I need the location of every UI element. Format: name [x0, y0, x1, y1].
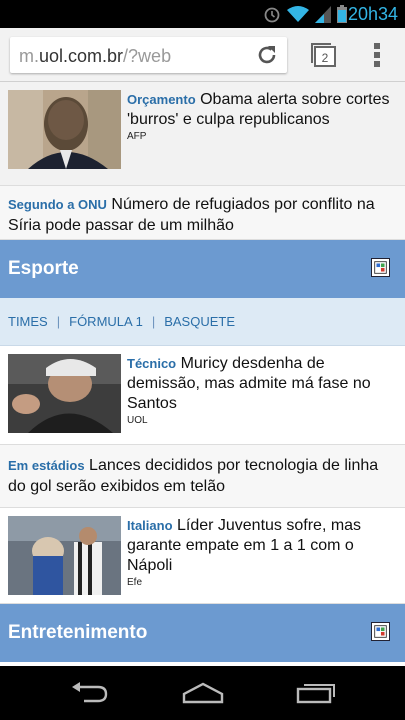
home-icon[interactable]	[182, 682, 224, 704]
status-time: 20h34	[347, 4, 398, 24]
news-kicker: Segundo a ONU	[8, 197, 107, 212]
page-content: Orçamento Obama alerta sobre cortes 'bur…	[0, 82, 405, 666]
recent-apps-icon[interactable]	[296, 682, 336, 704]
tab-count: 2	[322, 51, 329, 65]
url-path: /?web	[123, 46, 172, 66]
news-item-muricy[interactable]: Técnico Muricy desdenha de demissão, mas…	[0, 346, 405, 445]
url-domain: uol.com.br	[39, 46, 124, 66]
section-toggle-icon[interactable]	[371, 622, 390, 641]
photo-icon	[8, 354, 121, 433]
back-icon[interactable]	[70, 682, 110, 704]
subnav-item-basquete[interactable]: BASQUETE	[164, 314, 235, 329]
section-toggle-icon[interactable]	[371, 258, 390, 277]
news-headline[interactable]: Técnico Muricy desdenha de demissão, mas…	[127, 354, 397, 414]
subnav-item-times[interactable]: TIMES	[8, 314, 48, 329]
news-source: Efe	[127, 577, 143, 588]
news-item-onu[interactable]: Segundo a ONU Número de refugiados por c…	[0, 186, 405, 240]
news-thumbnail-obama[interactable]	[8, 90, 121, 169]
news-kicker: Técnico	[127, 356, 177, 371]
overflow-menu-icon[interactable]	[372, 41, 382, 69]
subnav-item-formula1[interactable]: FÓRMULA 1	[69, 314, 143, 329]
news-thumbnail-juventus[interactable]	[8, 516, 121, 595]
system-nav-bar	[0, 666, 405, 720]
news-source: UOL	[127, 415, 148, 426]
status-bar: 20h34	[0, 0, 405, 28]
sport-subnav: TIMES | FÓRMULA 1 | BASQUETE	[0, 298, 405, 346]
news-headline[interactable]: Italiano Líder Juventus sofre, mas garan…	[127, 516, 397, 576]
news-item-obama[interactable]: Orçamento Obama alerta sobre cortes 'bur…	[0, 82, 405, 186]
section-title: Esporte	[8, 258, 79, 279]
news-thumbnail-muricy[interactable]	[8, 354, 121, 433]
url-prefix: m.	[19, 46, 39, 66]
reload-icon[interactable]	[255, 43, 279, 67]
subnav-separator: |	[151, 314, 156, 329]
news-item-juventus[interactable]: Italiano Líder Juventus sofre, mas garan…	[0, 508, 405, 604]
photo-icon	[8, 516, 121, 595]
news-item-estadios[interactable]: Em estádios Lances decididos por tecnolo…	[0, 445, 405, 508]
section-header-esporte[interactable]: Esporte	[0, 240, 405, 298]
news-headline[interactable]: Orçamento Obama alerta sobre cortes 'bur…	[127, 90, 397, 130]
browser-toolbar: m.uol.com.br/?web 2	[0, 28, 405, 82]
signal-icon	[315, 5, 331, 23]
subnav-separator: |	[56, 314, 61, 329]
alarm-icon	[264, 7, 280, 23]
section-header-entretenimento[interactable]: Entretenimento	[0, 604, 405, 662]
wifi-icon	[287, 5, 309, 22]
news-kicker: Em estádios	[8, 458, 85, 473]
photo-icon	[8, 90, 121, 169]
news-kicker: Orçamento	[127, 92, 196, 107]
url-text[interactable]: m.uol.com.br/?web	[19, 46, 171, 67]
tabs-icon[interactable]: 2	[310, 41, 338, 69]
battery-icon	[337, 5, 347, 23]
section-title: Entretenimento	[8, 622, 148, 643]
news-kicker: Italiano	[127, 518, 173, 533]
url-bar[interactable]: m.uol.com.br/?web	[10, 37, 287, 73]
news-source: AFP	[127, 131, 147, 142]
